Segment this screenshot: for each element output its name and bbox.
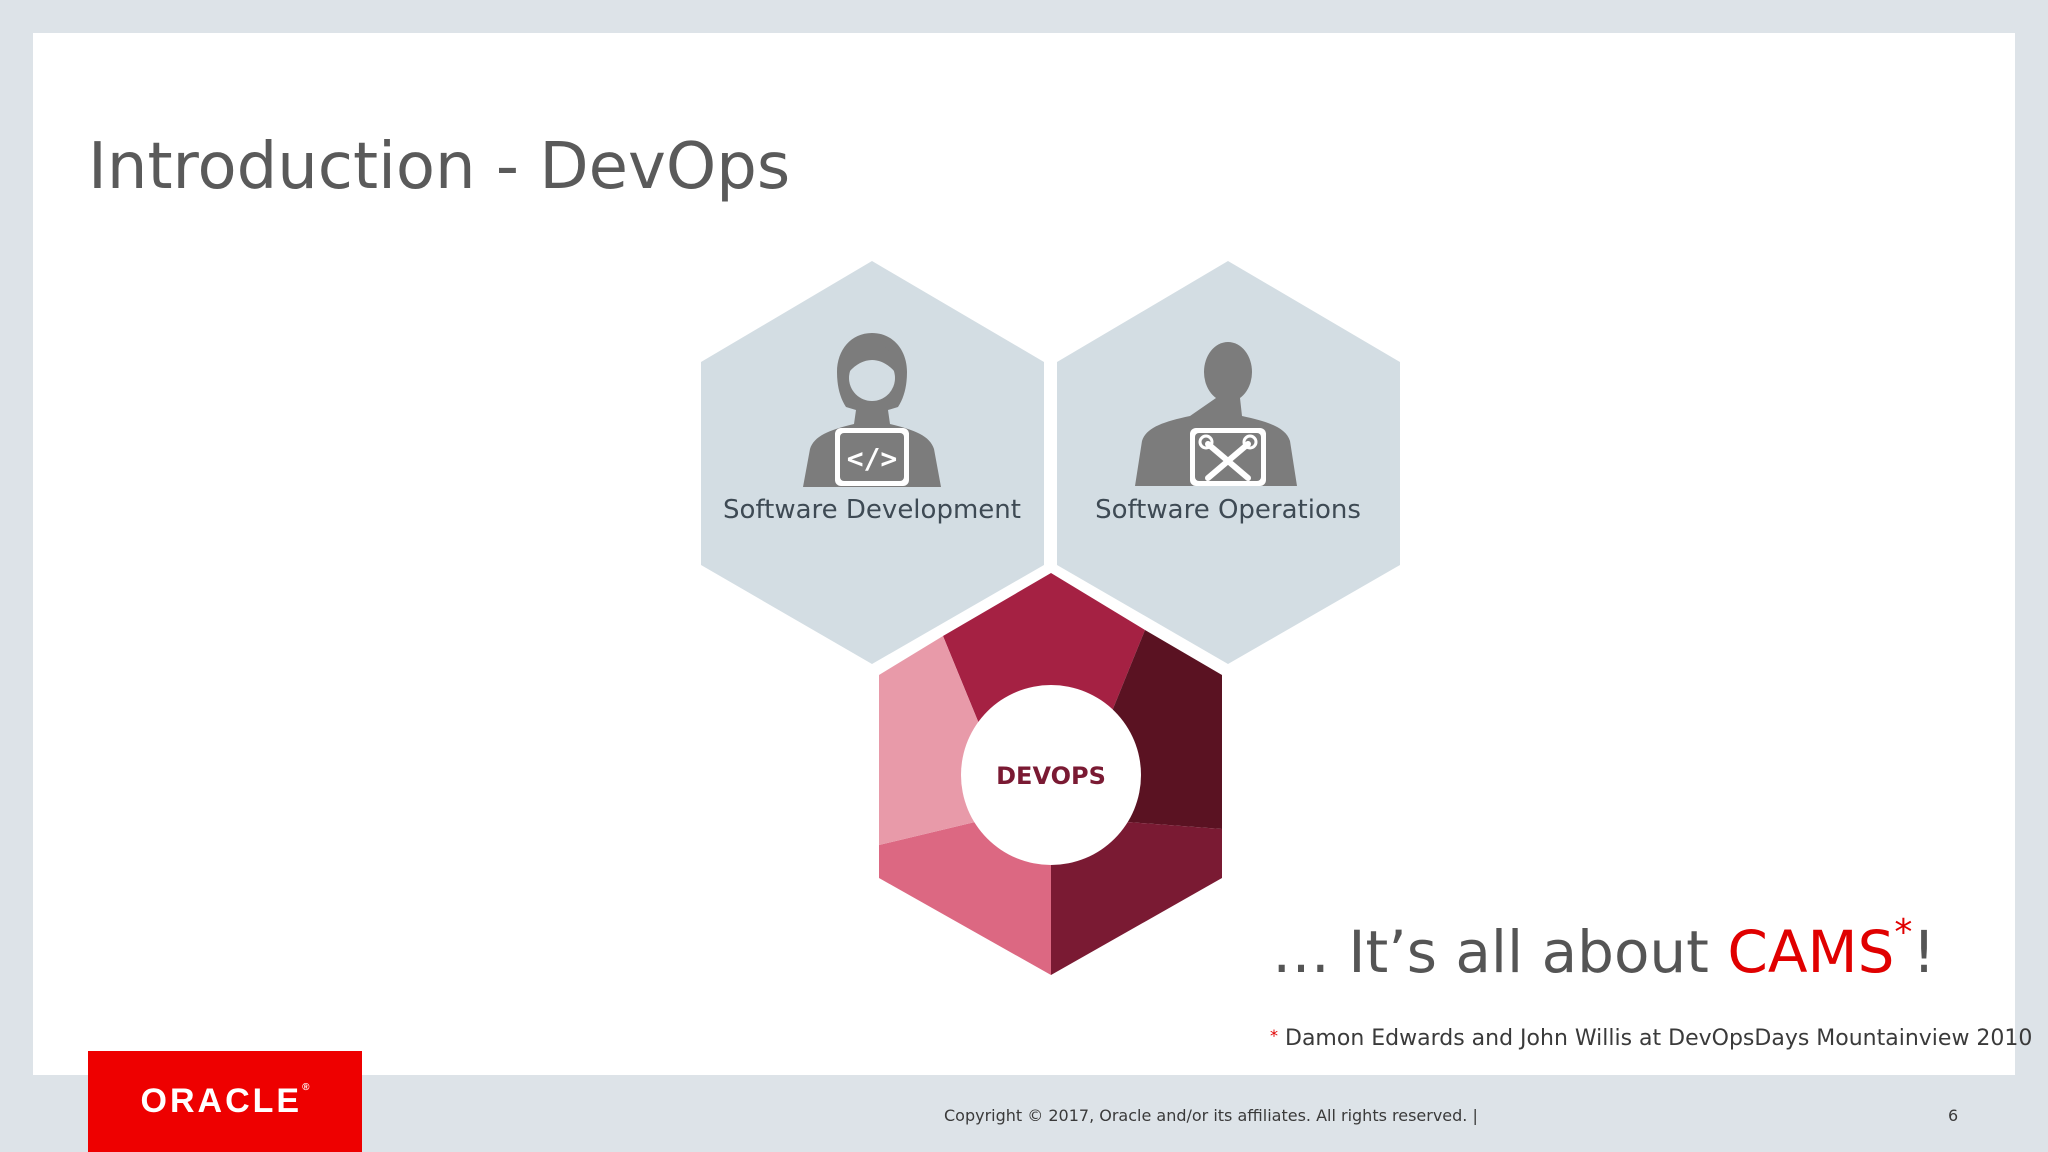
devops-core-hexagon: DEVOPS — [879, 573, 1222, 975]
oracle-logo-mark: ® — [302, 1082, 310, 1093]
tagline-prefix: … It’s all about — [1272, 918, 1728, 986]
copyright-text: Copyright © 2017, Oracle and/or its affi… — [944, 1106, 1478, 1125]
cams-tagline: … It’s all about CAMS*! — [1272, 912, 1936, 986]
oracle-logo-word: ORACLE — [140, 1082, 303, 1120]
footnote-mark: * — [1270, 1026, 1278, 1045]
dev-label: Software Development — [723, 495, 1021, 525]
devops-label: DEVOPS — [996, 762, 1106, 790]
footnote: * Damon Edwards and John Willis at DevOp… — [1270, 1026, 2032, 1051]
ops-label: Software Operations — [1095, 495, 1361, 525]
code-glyph: </> — [847, 442, 898, 475]
dev-hexagon: </> Software Development — [701, 261, 1044, 664]
tagline-footnote-mark: * — [1894, 912, 1913, 953]
tagline-cams: CAMS — [1727, 918, 1895, 986]
oracle-logo-text: ORACLE® — [141, 1082, 310, 1121]
tagline-suffix: ! — [1912, 918, 1936, 986]
footnote-text: Damon Edwards and John Willis at DevOpsD… — [1285, 1026, 2033, 1051]
ops-hexagon: Software Operations — [1057, 261, 1400, 664]
page-number: 6 — [1948, 1106, 1959, 1125]
oracle-logo: ORACLE® — [88, 1051, 362, 1152]
